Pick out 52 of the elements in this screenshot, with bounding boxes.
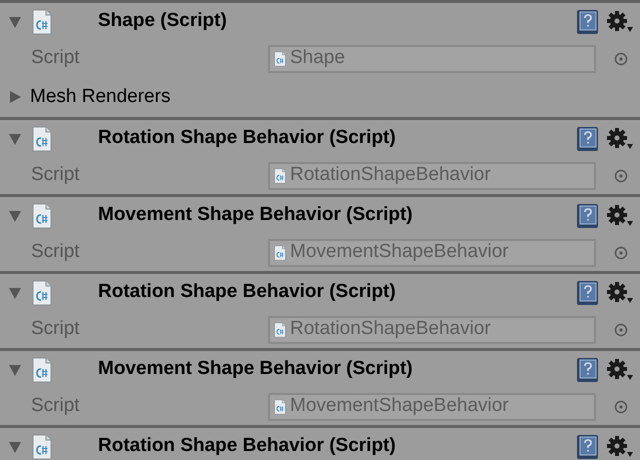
script-file-icon — [274, 50, 286, 66]
object-picker-icon[interactable] — [614, 168, 628, 182]
collapse-arrow-icon[interactable] — [8, 132, 22, 146]
script-field[interactable]: MovementShapeBehavior — [268, 238, 596, 266]
component-title: Rotation Shape Behavior (Script) — [98, 280, 396, 304]
script-file-icon — [274, 168, 286, 184]
settings-icon[interactable] — [606, 434, 634, 458]
settings-icon[interactable] — [606, 204, 634, 228]
script-field[interactable]: MovementShapeBehavior — [268, 392, 596, 420]
script-file-icon — [32, 434, 52, 460]
script-file-icon — [32, 202, 52, 228]
script-file-icon — [32, 8, 52, 34]
help-book-icon[interactable] — [576, 202, 600, 228]
script-field[interactable]: RotationShapeBehavior — [268, 316, 596, 344]
help-book-icon[interactable] — [576, 280, 600, 306]
help-book-icon[interactable] — [576, 356, 600, 382]
component-title: Shape (Script) — [98, 9, 227, 34]
object-picker-icon[interactable] — [614, 400, 628, 414]
field-label: Script — [31, 240, 81, 264]
field-label: Script — [31, 46, 81, 70]
collapse-arrow-icon[interactable] — [8, 440, 22, 454]
script-file-icon — [32, 280, 52, 306]
help-book-icon[interactable] — [576, 434, 600, 460]
object-picker-icon[interactable] — [614, 52, 628, 66]
expand-arrow-icon[interactable] — [8, 90, 22, 104]
collapse-arrow-icon[interactable] — [8, 14, 22, 28]
foldout-label[interactable]: Mesh Renderers — [30, 82, 170, 112]
object-picker-icon[interactable] — [614, 322, 628, 336]
field-label: Script — [31, 163, 81, 188]
script-file-icon — [274, 244, 286, 260]
collapse-arrow-icon[interactable] — [8, 362, 22, 376]
field-label: Script — [31, 317, 81, 342]
settings-icon[interactable] — [606, 280, 634, 304]
object-picker-icon[interactable] — [614, 246, 628, 260]
component-title: Movement Shape Behavior (Script) — [98, 203, 413, 228]
collapse-arrow-icon[interactable] — [8, 208, 22, 222]
component-title: Movement Shape Behavior (Script) — [98, 357, 413, 382]
settings-icon[interactable] — [606, 358, 634, 382]
settings-icon[interactable] — [606, 126, 634, 150]
component-title: Rotation Shape Behavior (Script) — [98, 434, 396, 458]
collapse-arrow-icon[interactable] — [8, 286, 22, 300]
script-file-icon — [274, 322, 286, 338]
component-title: Rotation Shape Behavior (Script) — [98, 126, 396, 150]
script-file-icon — [32, 126, 52, 152]
help-book-icon[interactable] — [576, 126, 600, 152]
field-label: Script — [31, 394, 81, 418]
help-book-icon[interactable] — [576, 8, 600, 34]
script-field[interactable]: RotationShapeBehavior — [268, 162, 596, 190]
script-field[interactable]: Shape — [268, 44, 596, 72]
script-file-icon — [32, 356, 52, 382]
settings-icon[interactable] — [606, 10, 634, 34]
script-file-icon — [274, 398, 286, 414]
